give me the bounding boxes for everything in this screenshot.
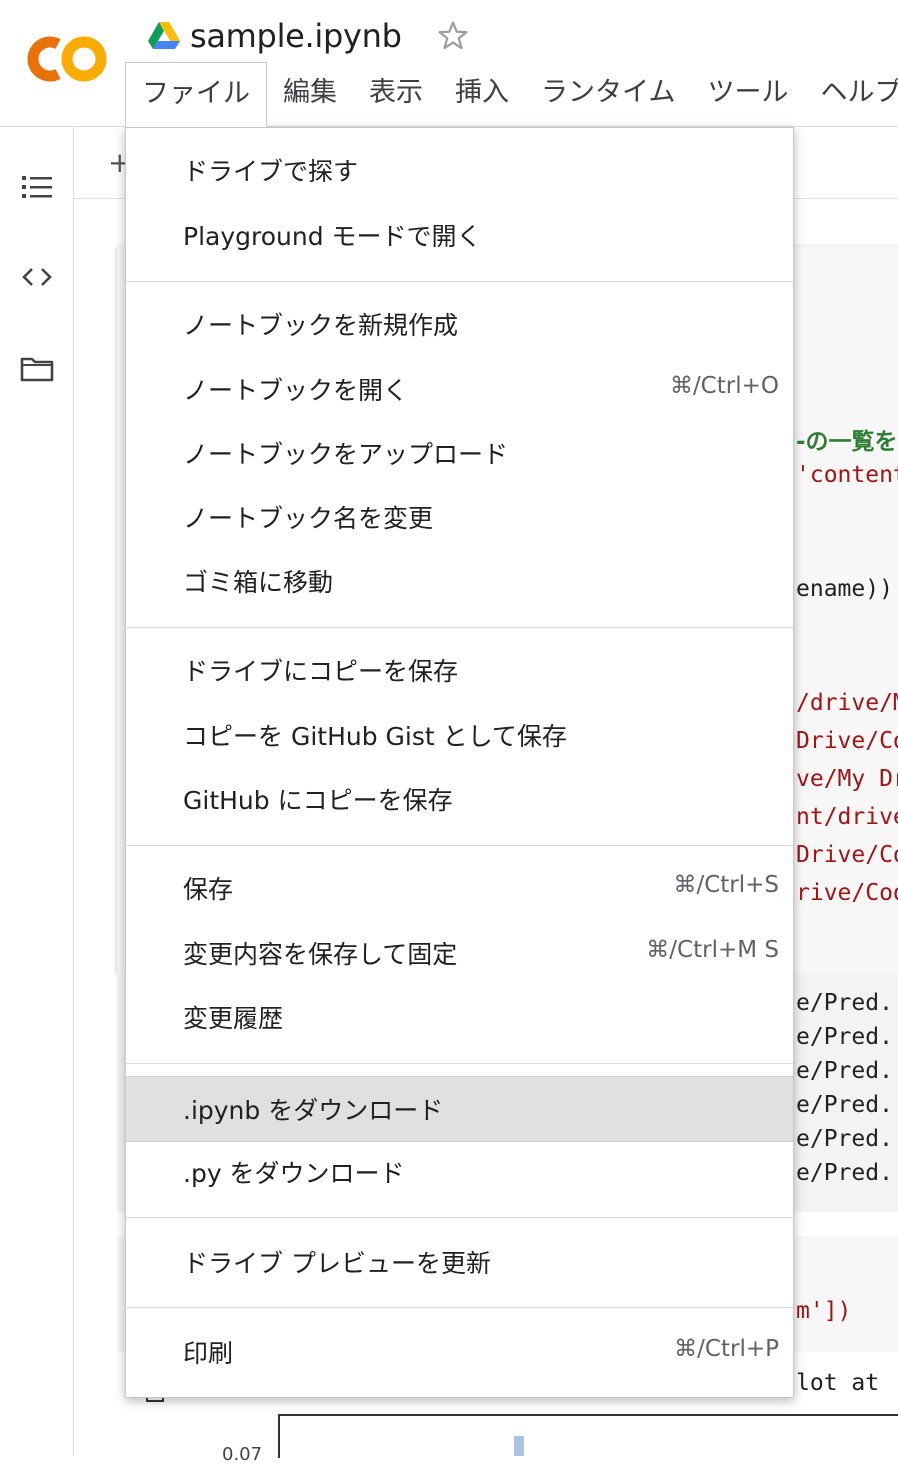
code-line: ename)) xyxy=(796,576,893,602)
output-line: e/Pred. xyxy=(796,1092,893,1118)
menu-separator xyxy=(126,845,793,846)
menu-item-rename-notebook[interactable]: ノートブック名を変更 xyxy=(126,485,793,549)
menu-item-revision-history[interactable]: 変更履歴 xyxy=(126,985,793,1049)
code-line: Drive/Co xyxy=(796,842,898,868)
menu-insert[interactable]: 挿入 xyxy=(439,62,525,128)
output-line: e/Pred. xyxy=(796,1126,893,1152)
code-line: Drive/Co xyxy=(796,728,898,754)
file-menu-dropdown: ドライブで探す Playground モードで開く ノートブックを新規作成 ノー… xyxy=(125,127,794,1398)
menu-separator xyxy=(126,627,793,628)
code-line: ve/My Dr xyxy=(796,766,898,792)
folder-icon[interactable] xyxy=(18,353,56,385)
output-line: e/Pred. xyxy=(796,1160,893,1186)
menu-tools[interactable]: ツール xyxy=(691,62,804,128)
output-line: e/Pred. xyxy=(796,990,893,1016)
menu-runtime[interactable]: ランタイム xyxy=(525,62,691,128)
left-sidebar xyxy=(0,127,74,1456)
menu-separator xyxy=(126,281,793,282)
menu-item-new-notebook[interactable]: ノートブックを新規作成 xyxy=(126,292,793,356)
code-line: /drive/M xyxy=(796,690,898,716)
menu-view[interactable]: 表示 xyxy=(353,62,439,128)
menu-item-save-and-pin[interactable]: 変更内容を保存して固定 ⌘/Ctrl+M S xyxy=(126,921,793,985)
plot-bar xyxy=(514,1436,524,1456)
menu-file[interactable]: ファイル xyxy=(125,62,267,127)
code-line: rive/Coo xyxy=(796,880,898,906)
colab-logo[interactable] xyxy=(22,30,108,88)
menu-item-open-notebook[interactable]: ノートブックを開く ⌘/Ctrl+O xyxy=(126,357,793,421)
menu-help[interactable]: ヘルプ xyxy=(804,62,898,128)
menu-item-move-to-trash[interactable]: ゴミ箱に移動 xyxy=(126,549,793,613)
table-of-contents-icon[interactable] xyxy=(18,171,56,203)
menu-item-download-py[interactable]: .py をダウンロード xyxy=(126,1140,793,1204)
plot-y-tick: 0.07 xyxy=(222,1444,263,1465)
menu-item-save-copy-drive[interactable]: ドライブにコピーを保存 xyxy=(126,638,793,702)
menu-item-find-in-drive[interactable]: ドライブで探す xyxy=(126,138,793,202)
plot-frame xyxy=(278,1414,898,1458)
code-line: 'content/ xyxy=(796,462,898,488)
code-comment: -の一覧を xyxy=(796,429,898,455)
output-line: e/Pred. xyxy=(796,1024,893,1050)
menu-item-upload-notebook[interactable]: ノートブックをアップロード xyxy=(126,421,793,485)
menu-edit[interactable]: 編集 xyxy=(267,62,353,128)
document-title[interactable]: sample.ipynb xyxy=(190,17,402,55)
code-snippets-icon[interactable] xyxy=(18,261,56,293)
output-line: lot at xyxy=(796,1370,880,1396)
menu-item-download-ipynb[interactable]: .ipynb をダウンロード xyxy=(126,1076,793,1142)
menu-separator xyxy=(126,1217,793,1218)
menu-separator xyxy=(126,1307,793,1308)
menu-item-save-github[interactable]: GitHub にコピーを保存 xyxy=(126,767,793,831)
output-line: e/Pred. xyxy=(796,1058,893,1084)
code-line: m']) xyxy=(796,1298,852,1324)
menu-item-update-drive-preview[interactable]: ドライブ プレビューを更新 xyxy=(126,1230,793,1294)
menu-item-save[interactable]: 保存 ⌘/Ctrl+S xyxy=(126,856,793,920)
menu-item-save-gist[interactable]: コピーを GitHub Gist として保存 xyxy=(126,703,793,767)
menu-item-print[interactable]: 印刷 ⌘/Ctrl+P xyxy=(126,1320,793,1384)
star-icon[interactable] xyxy=(436,19,470,53)
code-line: nt/drive xyxy=(796,804,898,830)
menu-separator xyxy=(126,1063,793,1064)
menubar: ファイル 編集 表示 挿入 ランタイム ツール ヘルプ xyxy=(125,62,898,128)
google-drive-icon xyxy=(148,22,180,49)
menu-item-open-playground[interactable]: Playground モードで開く xyxy=(126,203,793,267)
